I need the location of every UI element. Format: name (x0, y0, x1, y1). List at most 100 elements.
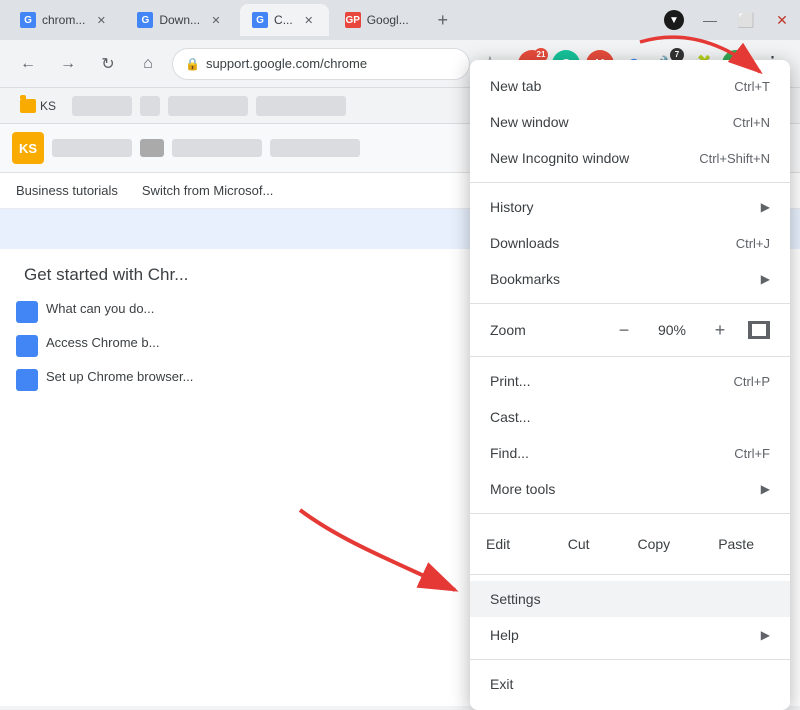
back-button[interactable]: ← (12, 48, 44, 80)
menu-new-window-label: New window (490, 114, 569, 130)
new-tab-button[interactable]: + (429, 6, 457, 34)
grey-bar-3 (172, 139, 262, 157)
menu-new-tab[interactable]: New tab Ctrl+T (470, 68, 790, 104)
bookmark-grey-1[interactable] (72, 96, 132, 116)
zoom-minus[interactable]: − (612, 318, 636, 342)
menu-divider-5 (470, 574, 790, 575)
list-icon-2 (16, 335, 38, 357)
menu-zoom-row: Zoom − 90% + (470, 310, 790, 350)
tab-chrom[interactable]: G chrom... ✕ (8, 4, 121, 36)
menu-downloads-label: Downloads (490, 235, 559, 251)
list-icon-1 (16, 301, 38, 323)
menu-help-arrow: ▶ (761, 628, 770, 642)
window-controls: ▼ — ⬜ ✕ (664, 10, 792, 30)
list-text-3: Set up Chrome browser... (46, 369, 193, 384)
zoom-controls: − 90% + (612, 318, 770, 342)
zoom-value: 90% (652, 322, 692, 338)
home-button[interactable]: ⌂ (132, 48, 164, 80)
list-text-1: What can you do... (46, 301, 154, 316)
title-bar: G chrom... ✕ G Down... ✕ G C... ✕ GP Goo… (0, 0, 800, 40)
context-menu: New tab Ctrl+T New window Ctrl+N New Inc… (470, 60, 790, 710)
tab1-close[interactable]: ✕ (93, 12, 109, 28)
menu-find-shortcut: Ctrl+F (734, 446, 770, 461)
cut-button[interactable]: Cut (548, 528, 610, 560)
folder-icon (20, 99, 36, 113)
menu-divider-1 (470, 182, 790, 183)
tab-gp[interactable]: GP Googl... (333, 4, 421, 36)
menu-help-label: Help (490, 627, 519, 643)
tab-current[interactable]: G C... ✕ (240, 4, 329, 36)
refresh-button[interactable]: ↻ (92, 48, 124, 80)
menu-find-label: Find... (490, 445, 529, 461)
menu-more-tools[interactable]: More tools ▶ (470, 471, 790, 507)
tab1-label: chrom... (42, 13, 85, 27)
tab3-label: C... (274, 13, 293, 27)
bookmark-grey-4[interactable] (256, 96, 346, 116)
tab4-label: Googl... (367, 13, 409, 27)
zoom-fullscreen[interactable] (748, 321, 770, 339)
menu-bookmarks[interactable]: Bookmarks ▶ (470, 261, 790, 297)
tab4-favicon: GP (345, 12, 361, 28)
subtitle-switch: Switch from Microsof... (142, 183, 273, 198)
bookmark-grey-2[interactable] (140, 96, 160, 116)
tab3-close[interactable]: ✕ (301, 12, 317, 28)
tab3-favicon: G (252, 12, 268, 28)
menu-divider-3 (470, 356, 790, 357)
menu-settings-label: Settings (490, 591, 541, 607)
maximize-button[interactable]: ⬜ (736, 10, 756, 30)
bookmark-ks-label: KS (40, 99, 56, 113)
menu-divider-4 (470, 513, 790, 514)
menu-divider-6 (470, 659, 790, 660)
copy-button[interactable]: Copy (618, 528, 691, 560)
menu-help[interactable]: Help ▶ (470, 617, 790, 653)
menu-incognito-label: New Incognito window (490, 150, 629, 166)
subtitle-business: Business tutorials (16, 183, 118, 198)
grey-bar-1 (52, 139, 132, 157)
close-button[interactable]: ✕ (772, 10, 792, 30)
tab2-close[interactable]: ✕ (208, 12, 224, 28)
menu-history[interactable]: History ▶ (470, 189, 790, 225)
menu-incognito-shortcut: Ctrl+Shift+N (699, 151, 770, 166)
menu-find[interactable]: Find... Ctrl+F (470, 435, 790, 471)
menu-more-tools-arrow: ▶ (761, 482, 770, 496)
edit-label: Edit (486, 536, 510, 552)
menu-downloads[interactable]: Downloads Ctrl+J (470, 225, 790, 261)
menu-new-tab-label: New tab (490, 78, 541, 94)
menu-history-label: History (490, 199, 534, 215)
menu-divider-2 (470, 303, 790, 304)
grey-bar-2 (140, 139, 164, 157)
menu-history-arrow: ▶ (761, 200, 770, 214)
bookmark-ks[interactable]: KS (12, 95, 64, 117)
menu-settings[interactable]: Settings (470, 581, 790, 617)
tab1-favicon: G (20, 12, 36, 28)
zoom-label: Zoom (490, 322, 526, 338)
paste-button[interactable]: Paste (698, 528, 774, 560)
menu-print[interactable]: Print... Ctrl+P (470, 363, 790, 399)
address-bar[interactable]: 🔒 support.google.com/chrome (172, 48, 470, 80)
menu-new-window[interactable]: New window Ctrl+N (470, 104, 790, 140)
menu-new-tab-shortcut: Ctrl+T (734, 79, 770, 94)
forward-button[interactable]: → (52, 48, 84, 80)
bookmark-grey-3[interactable] (168, 96, 248, 116)
minimize-button[interactable]: — (700, 10, 720, 30)
pocket-button[interactable]: ▼ (664, 10, 684, 30)
menu-more-tools-label: More tools (490, 481, 555, 497)
menu-cast[interactable]: Cast... (470, 399, 790, 435)
list-icon-3 (16, 369, 38, 391)
grey-bar-4 (270, 139, 360, 157)
ks-avatar: KS (12, 132, 44, 164)
edit-buttons: Cut Copy Paste (548, 528, 774, 560)
menu-edit-row: Edit Cut Copy Paste (470, 520, 790, 568)
menu-incognito[interactable]: New Incognito window Ctrl+Shift+N (470, 140, 790, 176)
menu-downloads-shortcut: Ctrl+J (736, 236, 770, 251)
tab2-label: Down... (159, 13, 200, 27)
menu-print-label: Print... (490, 373, 530, 389)
zoom-plus[interactable]: + (708, 318, 732, 342)
menu-bookmarks-label: Bookmarks (490, 271, 560, 287)
menu-exit[interactable]: Exit (470, 666, 790, 702)
tab-downloads[interactable]: G Down... ✕ (125, 4, 236, 36)
menu-new-window-shortcut: Ctrl+N (733, 115, 770, 130)
menu-bookmarks-arrow: ▶ (761, 272, 770, 286)
menu-exit-label: Exit (490, 676, 513, 692)
menu-print-shortcut: Ctrl+P (734, 374, 770, 389)
